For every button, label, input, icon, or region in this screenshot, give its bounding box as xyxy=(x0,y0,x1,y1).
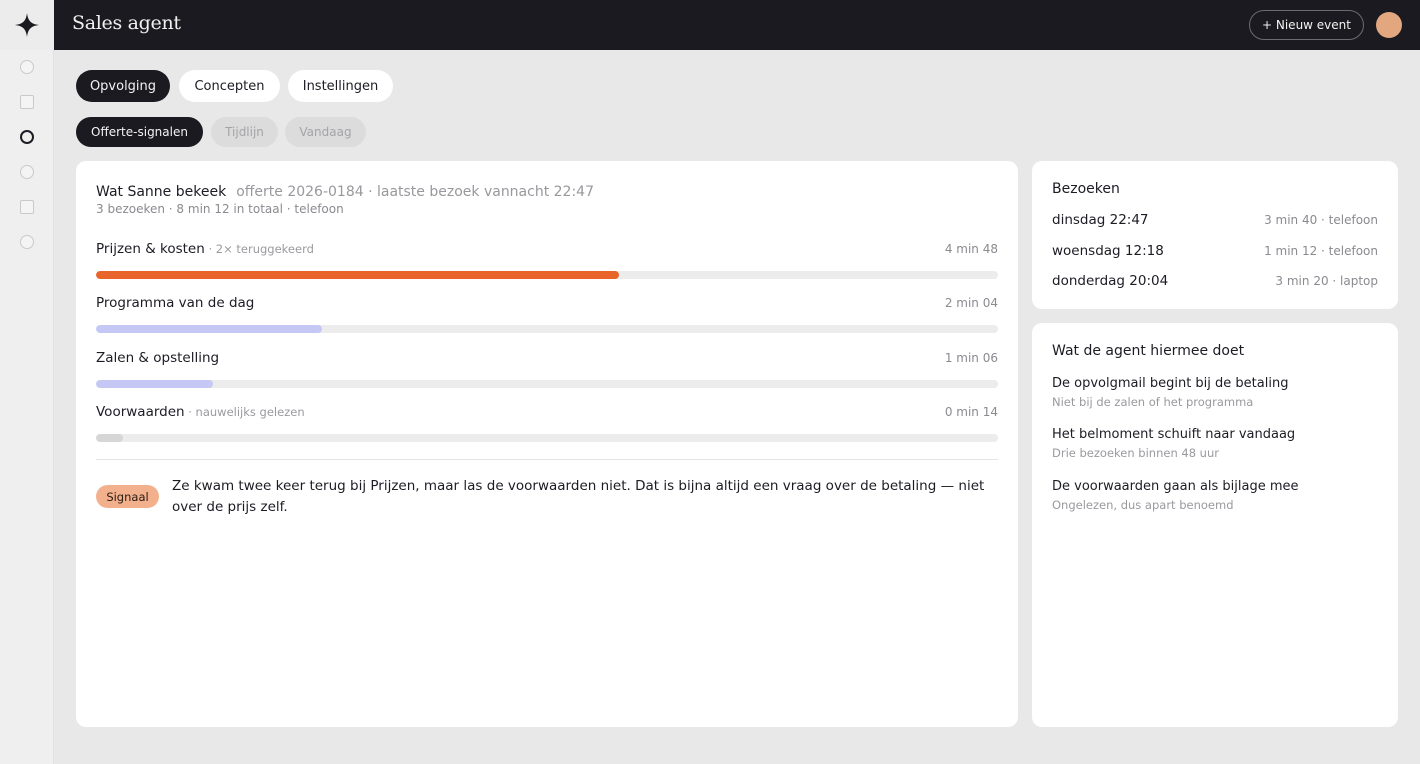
logo[interactable] xyxy=(0,0,54,50)
left-rail xyxy=(0,0,54,764)
visit-day: woensdag 12:18 xyxy=(1052,243,1164,259)
visit-detail: 3 min 20 · laptop xyxy=(1275,274,1378,288)
section-progress-track xyxy=(96,434,998,442)
agent-action: Het belmoment schuift naar vandaag Drie … xyxy=(1052,427,1378,460)
rail-item-4-icon[interactable] xyxy=(20,165,34,179)
card-title: Wat Sanne bekeek xyxy=(96,184,227,200)
action-title: De voorwaarden gaan als bijlage mee xyxy=(1052,479,1299,494)
section-label: Programma van de dag xyxy=(96,295,255,311)
action-title: De opvolgmail begint bij de betaling xyxy=(1052,376,1289,391)
section-progress-track xyxy=(96,271,998,279)
agent-action: De voorwaarden gaan als bijlage mee Onge… xyxy=(1052,479,1378,512)
sparkle-icon xyxy=(15,13,39,37)
action-subtitle: Niet bij de zalen of het programma xyxy=(1052,395,1254,409)
action-subtitle: Drie bezoeken binnen 48 uur xyxy=(1052,446,1219,460)
agent-action: De opvolgmail begint bij de betaling Nie… xyxy=(1052,376,1378,409)
section-progress-fill xyxy=(96,271,620,279)
divider xyxy=(96,459,998,460)
section-label: Zalen & opstelling xyxy=(96,350,220,366)
section-label: Voorwaarden xyxy=(96,404,185,420)
section-note: · 2× teruggekeerd xyxy=(204,242,314,256)
signal-badge: Signaal xyxy=(96,485,159,508)
section-duration: 4 min 48 xyxy=(944,242,998,256)
visit-detail: 3 min 40 · telefoon xyxy=(1264,213,1378,227)
tab-concepten[interactable]: Concepten xyxy=(179,70,280,102)
section-duration: 0 min 14 xyxy=(944,405,998,419)
rail-item-3-icon[interactable] xyxy=(20,130,34,144)
subtab-tijdlijn[interactable]: Tijdlijn xyxy=(211,117,278,147)
subtab-offerte-signalen[interactable]: Offerte-signalen xyxy=(76,117,203,147)
section-duration: 1 min 06 xyxy=(944,351,998,365)
section-progress-fill xyxy=(96,434,124,442)
visits-card: Bezoeken dinsdag 22:47 3 min 40 · telefo… xyxy=(1032,161,1398,309)
section-progress-track xyxy=(96,380,998,388)
section-note: · nauwelijks gelezen xyxy=(184,405,305,419)
rail-item-5-icon[interactable] xyxy=(20,200,34,214)
tab-opvolging[interactable]: Opvolging xyxy=(76,70,170,102)
avatar[interactable] xyxy=(1376,12,1402,38)
section-progress-fill xyxy=(96,380,214,388)
section-label: Prijzen & kosten xyxy=(96,241,205,257)
visit-day: dinsdag 22:47 xyxy=(1052,212,1149,228)
app-title: Sales agent xyxy=(72,12,181,34)
new-event-button[interactable]: + Nieuw event xyxy=(1249,10,1364,40)
signal-text: Ze kwam twee keer terug bij Prijzen, maa… xyxy=(172,478,985,515)
visits-title: Bezoeken xyxy=(1052,181,1120,197)
rail-item-1-icon[interactable] xyxy=(20,60,34,74)
subtab-vandaag[interactable]: Vandaag xyxy=(285,117,366,147)
card-header: Wat Sanne bekeek offerte 2026-0184 · laat… xyxy=(96,181,594,200)
rail-item-6-icon[interactable] xyxy=(20,235,34,249)
agent-card: Wat de agent hiermee doet De opvolgmail … xyxy=(1032,323,1398,727)
visit-detail: 1 min 12 · telefoon xyxy=(1264,244,1378,258)
agent-title: Wat de agent hiermee doet xyxy=(1052,343,1245,359)
card-summary: 3 bezoeken · 8 min 12 in totaal · telefo… xyxy=(96,202,344,216)
action-subtitle: Ongelezen, dus apart benoemd xyxy=(1052,498,1234,512)
viewing-card: Wat Sanne bekeek offerte 2026-0184 · laat… xyxy=(76,161,1018,727)
top-bar: Sales agent + Nieuw event xyxy=(54,0,1420,50)
section-progress-track xyxy=(96,325,998,333)
section-progress-fill xyxy=(96,325,322,333)
card-meta: offerte 2026-0184 · laatste bezoek vanna… xyxy=(236,184,594,200)
action-title: Het belmoment schuift naar vandaag xyxy=(1052,427,1296,442)
section-duration: 2 min 04 xyxy=(944,296,998,310)
visit-day: donderdag 20:04 xyxy=(1052,273,1169,289)
tab-instellingen[interactable]: Instellingen xyxy=(288,70,393,102)
rail-item-2-icon[interactable] xyxy=(20,95,34,109)
